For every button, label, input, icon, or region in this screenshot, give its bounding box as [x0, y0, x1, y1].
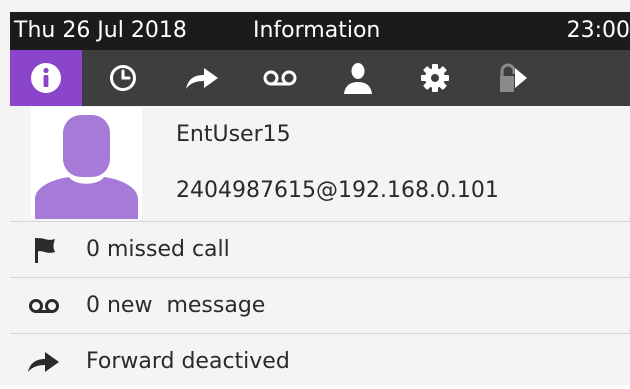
- status-date: Thu 26 Jul 2018: [14, 18, 187, 43]
- tab-settings[interactable]: [399, 50, 471, 106]
- status-bar: Thu 26 Jul 2018 Information 23:00: [10, 12, 630, 50]
- person-icon: [344, 63, 372, 94]
- gear-icon: [421, 64, 449, 92]
- avatar: [31, 107, 142, 219]
- status-time: 23:00: [566, 18, 630, 43]
- info-icon: [31, 63, 61, 93]
- missed-calls-row[interactable]: 0 missed call: [10, 221, 630, 277]
- forward-status-text: Forward deactived: [86, 349, 290, 374]
- information-panel: EntUser15 2404987615@192.168.0.101 0 mis…: [10, 106, 630, 385]
- voicemail-icon: [24, 278, 64, 333]
- clock-icon: [110, 65, 136, 91]
- avatar-person-icon: [35, 115, 138, 219]
- page-title: Information: [253, 18, 381, 43]
- forward-arrow-icon: [24, 334, 64, 389]
- tab-bar: [10, 50, 630, 106]
- phone-screen: Thu 26 Jul 2018 Information 23:00 EntUse…: [0, 0, 630, 385]
- flag-icon: [24, 222, 64, 277]
- forward-arrow-icon: [186, 68, 218, 89]
- new-messages-text: 0 new message: [86, 293, 266, 318]
- lock-icon: [500, 63, 527, 92]
- tab-lock[interactable]: [477, 50, 549, 106]
- voicemail-icon: [263, 70, 297, 86]
- user-name: EntUser15: [176, 122, 291, 147]
- user-sip-address: 2404987615@192.168.0.101: [176, 178, 499, 203]
- tab-information[interactable]: [10, 50, 82, 106]
- tab-forward[interactable]: [166, 50, 238, 106]
- forward-status-row[interactable]: Forward deactived: [10, 333, 630, 389]
- tab-contacts[interactable]: [322, 50, 394, 106]
- tab-voicemail[interactable]: [244, 50, 316, 106]
- missed-calls-text: 0 missed call: [86, 237, 230, 262]
- new-messages-row[interactable]: 0 new message: [10, 277, 630, 333]
- tab-history[interactable]: [87, 50, 159, 106]
